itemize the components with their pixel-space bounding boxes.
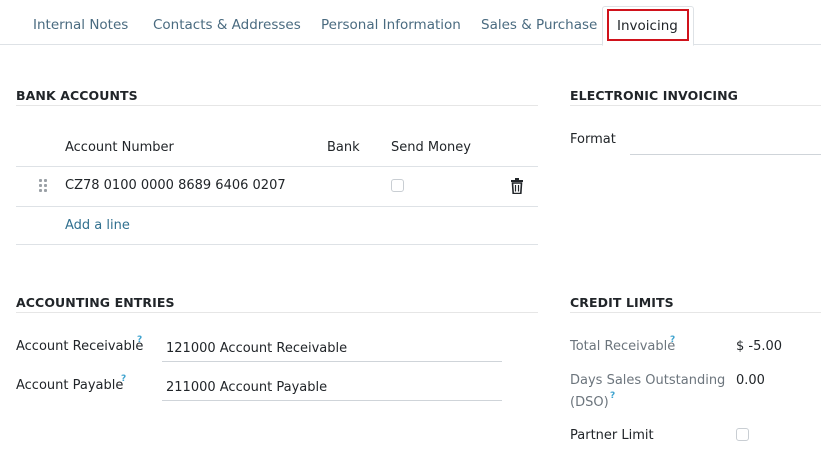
account-receivable-underline: [162, 361, 502, 362]
account-receivable-label: Account Receivable: [16, 339, 144, 354]
format-underline: [630, 154, 821, 155]
column-header-bank[interactable]: Bank: [327, 140, 360, 155]
table-header-divider: [16, 166, 538, 167]
table-bottom-divider: [16, 244, 538, 245]
total-receivable-label: Total Receivable: [570, 339, 676, 354]
send-money-checkbox[interactable]: [391, 179, 404, 192]
account-payable-help-icon[interactable]: ?: [121, 374, 126, 384]
tab-personal-information[interactable]: Personal Information: [305, 6, 477, 45]
total-receivable-value[interactable]: $ -5.00: [736, 339, 782, 354]
tab-invoicing[interactable]: Invoicing: [602, 6, 694, 46]
accounting-entries-rule: [16, 312, 538, 313]
trash-icon[interactable]: [510, 178, 524, 194]
drag-handle-icon[interactable]: [39, 179, 47, 193]
tab-internal-notes[interactable]: Internal Notes: [17, 6, 144, 45]
account-payable-underline: [162, 400, 502, 401]
tab-contacts-addresses[interactable]: Contacts & Addresses: [137, 6, 317, 45]
total-receivable-help-icon[interactable]: ?: [670, 335, 675, 345]
accounting-entries-title: ACCOUNTING ENTRIES: [16, 295, 175, 310]
column-header-send-money[interactable]: Send Money: [391, 140, 471, 155]
electronic-invoicing-title: ELECTRONIC INVOICING: [570, 88, 739, 103]
account-payable-field[interactable]: 211000 Account Payable: [166, 380, 327, 395]
column-header-account-number[interactable]: Account Number: [65, 140, 174, 155]
tab-sales-purchase[interactable]: Sales & Purchase: [465, 6, 613, 45]
format-select[interactable]: [630, 132, 820, 152]
table-row-divider: [16, 206, 538, 207]
dso-label-line2: (DSO): [570, 395, 609, 410]
notebook-tabs: Internal Notes Contacts & Addresses Pers…: [0, 0, 821, 46]
credit-limits-rule: [570, 312, 821, 313]
account-receivable-field[interactable]: 121000 Account Receivable: [166, 341, 347, 356]
bank-accounts-rule: [16, 105, 538, 106]
account-receivable-help-icon[interactable]: ?: [137, 335, 142, 345]
partner-limit-checkbox[interactable]: [736, 428, 749, 441]
electronic-invoicing-rule: [570, 105, 821, 106]
credit-limits-title: CREDIT LIMITS: [570, 295, 674, 310]
dso-value: 0.00: [736, 373, 765, 388]
partner-limit-label: Partner Limit: [570, 428, 654, 443]
format-label: Format: [570, 132, 616, 147]
dso-label-line1: Days Sales Outstanding: [570, 373, 726, 388]
add-line-link[interactable]: Add a line: [65, 218, 130, 233]
account-payable-label: Account Payable: [16, 378, 124, 393]
bank-accounts-title: BANK ACCOUNTS: [16, 88, 138, 103]
dso-help-icon[interactable]: ?: [610, 391, 615, 401]
account-number-cell[interactable]: CZ78 0100 0000 8689 6406 0207: [65, 178, 286, 193]
